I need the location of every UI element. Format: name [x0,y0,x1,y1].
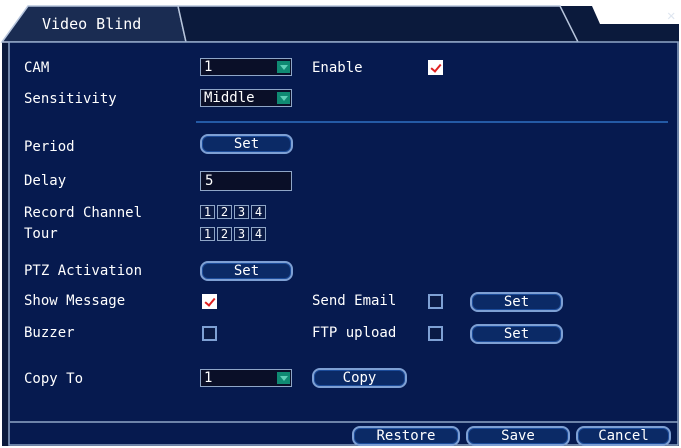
show-message-label: Show Message [24,293,126,309]
tour-channel-2[interactable]: 2 [217,227,232,241]
delay-label: Delay [24,173,67,189]
chevron-down-icon [277,92,290,104]
video-blind-window: Video Blind ✕ CAM 1 Enable Sensitivity M… [0,0,681,448]
cancel-button[interactable]: Cancel [576,426,671,446]
record-channel-4[interactable]: 4 [251,205,266,219]
cam-select[interactable]: 1 [200,58,292,76]
buzzer-checkbox[interactable] [202,326,217,341]
record-channel-1[interactable]: 1 [200,205,215,219]
send-email-set-button[interactable]: Set [470,292,563,312]
ftp-upload-set-button[interactable]: Set [470,324,563,344]
send-email-checkbox[interactable] [428,294,443,309]
tour-channel-1[interactable]: 1 [200,227,215,241]
period-label: Period [24,139,75,155]
cam-select-value: 1 [204,59,213,75]
sensitivity-select-value: Middle [204,90,255,106]
tour-selector: 1 2 3 4 [200,227,266,241]
ptz-set-button[interactable]: Set [200,261,293,281]
period-set-button[interactable]: Set [200,134,293,154]
buzzer-label: Buzzer [24,325,75,341]
chevron-down-icon [277,61,290,73]
cam-label: CAM [24,60,50,76]
sensitivity-select[interactable]: Middle [200,89,292,107]
sensitivity-label: Sensitivity [24,91,117,107]
close-icon[interactable]: ✕ [667,8,675,24]
window-title: Video Blind [42,15,142,33]
chevron-down-icon [277,372,290,384]
record-channel-selector: 1 2 3 4 [200,205,266,219]
ftp-upload-label: FTP upload [312,325,397,341]
record-channel-2[interactable]: 2 [217,205,232,219]
enable-checkbox[interactable] [428,60,443,75]
send-email-label: Send Email [312,293,397,309]
copy-button[interactable]: Copy [312,368,407,388]
copy-to-label: Copy To [24,371,84,387]
delay-input[interactable]: 5 [200,171,292,191]
record-channel-3[interactable]: 3 [234,205,249,219]
record-channel-label: Record Channel [24,205,143,221]
copy-to-select-value: 1 [204,370,213,386]
tour-channel-4[interactable]: 4 [251,227,266,241]
tour-label: Tour [24,226,58,242]
save-button[interactable]: Save [466,426,570,446]
tour-channel-3[interactable]: 3 [234,227,249,241]
enable-label: Enable [312,60,363,76]
copy-to-select[interactable]: 1 [200,369,292,387]
ftp-upload-checkbox[interactable] [428,326,443,341]
restore-button[interactable]: Restore [352,426,460,446]
show-message-checkbox[interactable] [202,294,217,309]
ptz-activation-label: PTZ Activation [24,263,143,279]
